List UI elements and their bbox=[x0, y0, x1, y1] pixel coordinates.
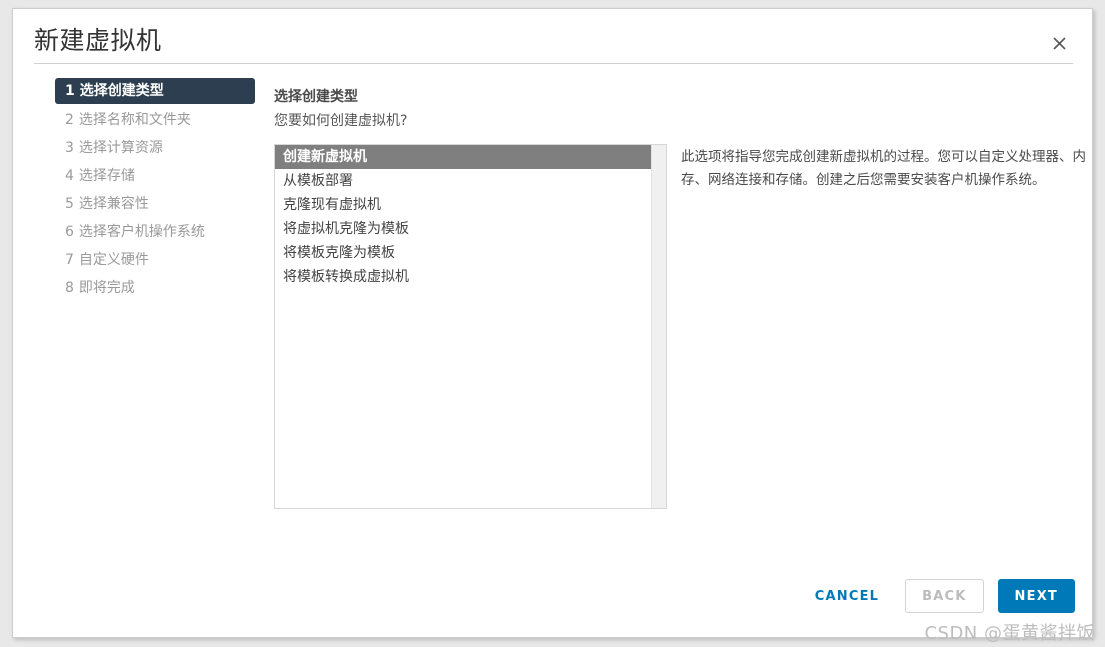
step-number: 4 bbox=[65, 168, 74, 184]
sidebar-item-step-6[interactable]: 6 选择客户机操作系统 bbox=[55, 220, 255, 244]
step-number: 7 bbox=[65, 252, 74, 268]
step-number: 3 bbox=[65, 140, 74, 156]
dialog-title-bar: 新建虚拟机 bbox=[13, 9, 1092, 64]
sidebar-item-step-2[interactable]: 2 选择名称和文件夹 bbox=[55, 108, 255, 132]
step-label: 自定义硬件 bbox=[78, 252, 149, 268]
dialog-body: 1 选择创建类型 2 选择名称和文件夹 3 选择计算资源 4 选择存储 5 选择兼容性 6… bbox=[13, 64, 1092, 565]
list-scrollbar[interactable] bbox=[651, 145, 666, 508]
wizard-content: 选择创建类型 您要如何创建虚拟机? 创建新虚拟机 从模板部署 克隆现有虚拟机 将… bbox=[273, 64, 1092, 565]
list-item-clone-vm-to-template[interactable]: 将虚拟机克隆为模板 bbox=[275, 217, 651, 241]
creation-type-list: 创建新虚拟机 从模板部署 克隆现有虚拟机 将虚拟机克隆为模板 将模板克隆为模板 … bbox=[275, 145, 651, 508]
sidebar-item-step-5[interactable]: 5 选择兼容性 bbox=[55, 192, 255, 216]
sidebar-item-step-1[interactable]: 1 选择创建类型 bbox=[55, 78, 255, 104]
step-number: 2 bbox=[65, 112, 74, 128]
step-label: 选择名称和文件夹 bbox=[78, 112, 191, 128]
step-number: 5 bbox=[65, 196, 74, 212]
screen-root: 新建虚拟机 1 选择创建类型 2 选择名称和文件夹 3 选择计算资源 4 选择存… bbox=[0, 0, 1105, 647]
wizard-step-list: 1 选择创建类型 2 选择名称和文件夹 3 选择计算资源 4 选择存储 5 选择兼容性 6… bbox=[55, 78, 255, 304]
list-item-create-new-vm[interactable]: 创建新虚拟机 bbox=[275, 145, 651, 169]
back-button: BACK bbox=[905, 579, 984, 613]
step-number: 1 bbox=[65, 83, 75, 99]
next-button[interactable]: NEXT bbox=[997, 579, 1075, 613]
list-item-clone-existing-vm[interactable]: 克隆现有虚拟机 bbox=[275, 193, 651, 217]
step-label: 选择计算资源 bbox=[78, 140, 163, 156]
step-label: 选择兼容性 bbox=[78, 196, 149, 212]
content-heading: 选择创建类型 bbox=[274, 89, 358, 105]
new-virtual-machine-dialog: 新建虚拟机 1 选择创建类型 2 选择名称和文件夹 3 选择计算资源 4 选择存… bbox=[12, 8, 1093, 638]
list-item-convert-template-to-vm[interactable]: 将模板转换成虚拟机 bbox=[275, 265, 651, 289]
cancel-button[interactable]: CANCEL bbox=[803, 579, 891, 613]
step-label: 选择客户机操作系统 bbox=[78, 224, 205, 240]
step-label: 选择存储 bbox=[78, 168, 135, 184]
watermark: CSDN @蛋黄酱拌饭 bbox=[924, 623, 1095, 644]
sidebar-item-step-4[interactable]: 4 选择存储 bbox=[55, 164, 255, 188]
step-number: 6 bbox=[65, 224, 74, 240]
sidebar-item-step-7[interactable]: 7 自定义硬件 bbox=[55, 248, 255, 272]
list-item-clone-template-to-template[interactable]: 将模板克隆为模板 bbox=[275, 241, 651, 265]
footer-button-row: CANCEL BACK NEXT bbox=[803, 579, 1075, 613]
step-label: 即将完成 bbox=[78, 280, 135, 296]
creation-type-list-panel: 创建新虚拟机 从模板部署 克隆现有虚拟机 将虚拟机克隆为模板 将模板克隆为模板 … bbox=[274, 144, 667, 509]
sidebar-item-step-3[interactable]: 3 选择计算资源 bbox=[55, 136, 255, 160]
sidebar-item-step-8[interactable]: 8 即将完成 bbox=[55, 276, 255, 300]
option-description: 此选项将指导您完成创建新虚拟机的过程。您可以自定义处理器、内存、网络连接和存储。… bbox=[681, 149, 1086, 188]
page-title: 新建虚拟机 bbox=[34, 26, 162, 55]
close-icon[interactable] bbox=[1048, 32, 1070, 54]
list-item-deploy-from-template[interactable]: 从模板部署 bbox=[275, 169, 651, 193]
step-number: 8 bbox=[65, 280, 74, 296]
step-label: 选择创建类型 bbox=[79, 83, 164, 99]
content-subheading: 您要如何创建虚拟机? bbox=[274, 113, 408, 129]
